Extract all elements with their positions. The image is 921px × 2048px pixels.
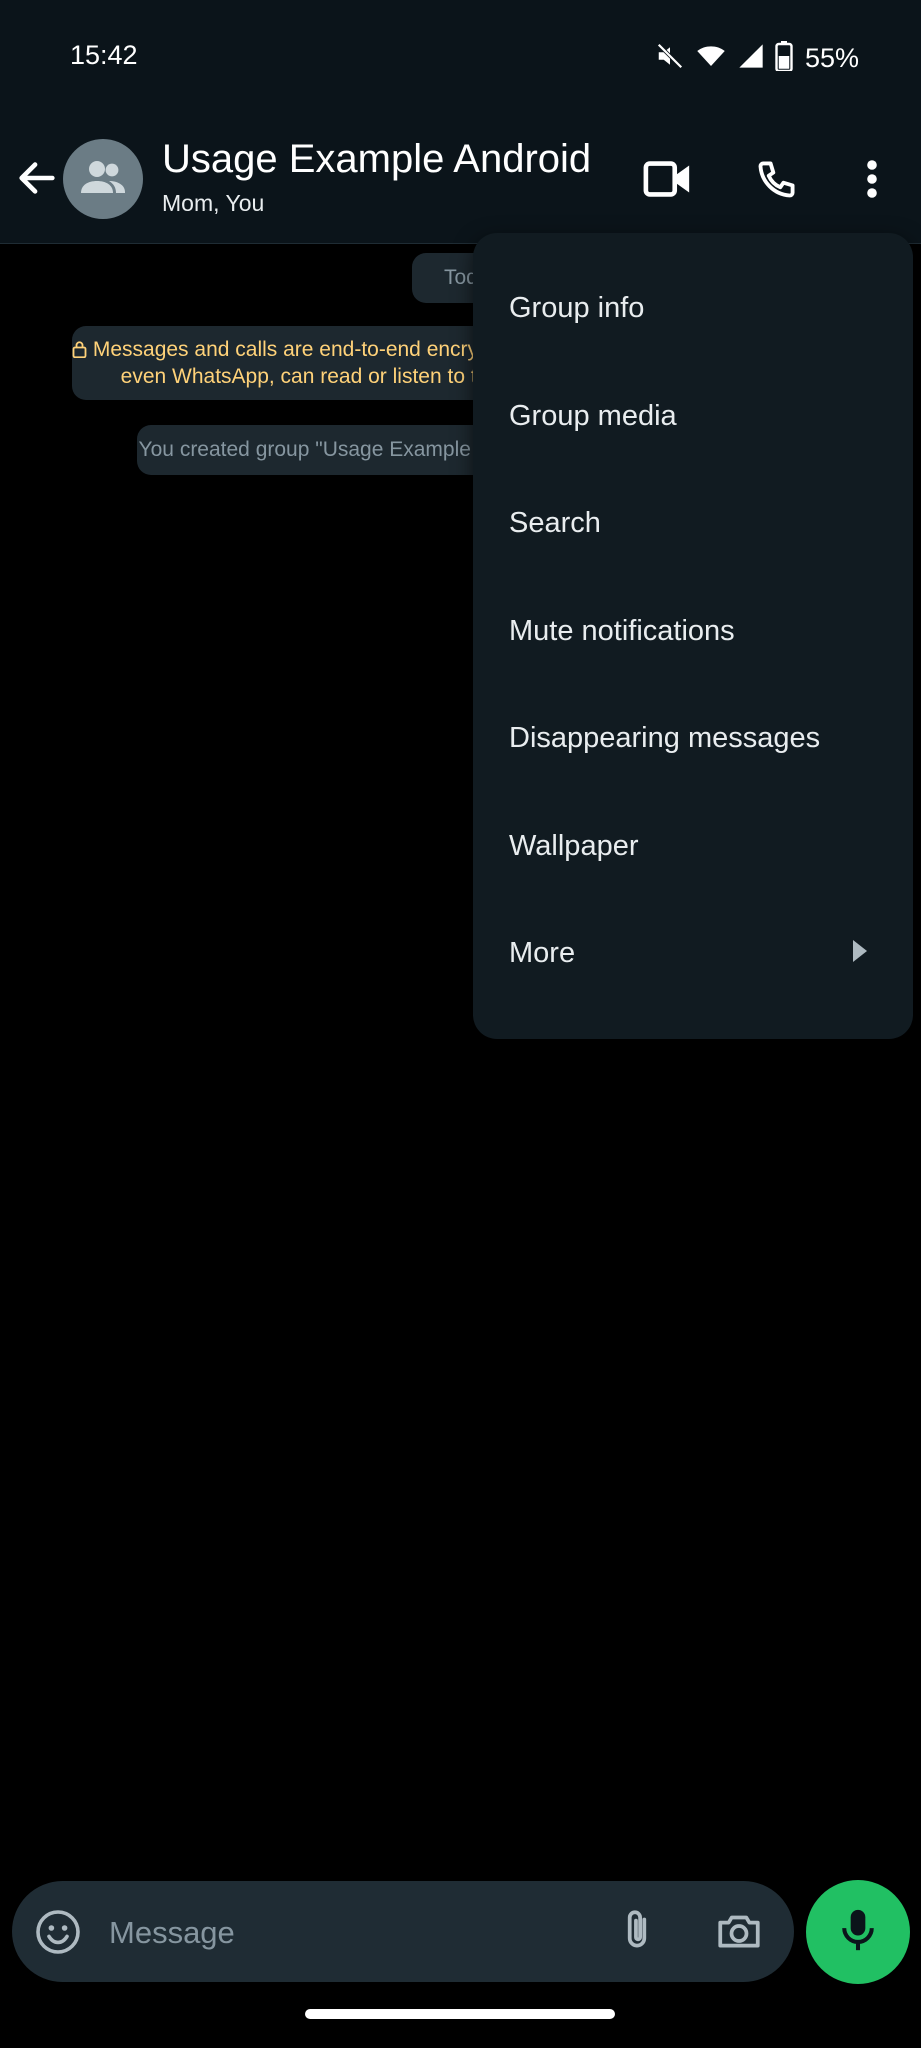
emoji-icon[interactable]: [34, 1908, 82, 1956]
attach-icon[interactable]: [612, 1906, 662, 1956]
menu-item-search[interactable]: Search: [473, 470, 913, 578]
lock-icon: [72, 338, 93, 361]
menu-item-group-info[interactable]: Group info: [473, 255, 913, 363]
menu-item-more[interactable]: More: [473, 900, 913, 1008]
voice-message-button[interactable]: [806, 1880, 910, 1984]
chat-header: Usage Example Android Mom, You: [0, 115, 921, 244]
battery-percent: 55%: [804, 42, 859, 73]
menu-item-group-media[interactable]: Group media: [473, 363, 913, 471]
battery-icon: [775, 40, 793, 76]
video-call-icon[interactable]: [638, 149, 698, 209]
menu-item-label: Wallpaper: [509, 829, 639, 862]
group-avatar[interactable]: [63, 139, 143, 219]
menu-item-label: Disappearing messages: [509, 722, 821, 755]
status-time: 15:42: [70, 40, 138, 70]
back-arrow-icon[interactable]: [14, 155, 60, 201]
menu-item-disappearing-messages[interactable]: Disappearing messages: [473, 685, 913, 793]
chat-title[interactable]: Usage Example Android: [162, 137, 591, 182]
wifi-icon: [695, 41, 727, 76]
message-input[interactable]: [107, 1909, 531, 1957]
microphone-icon: [838, 1908, 878, 1957]
menu-item-label: Search: [509, 507, 601, 540]
chat-participants[interactable]: Mom, You: [162, 190, 264, 217]
group-icon: [79, 157, 127, 202]
mute-icon: [655, 41, 685, 76]
menu-item-wallpaper[interactable]: Wallpaper: [473, 793, 913, 901]
more-options-icon[interactable]: [842, 149, 902, 209]
menu-item-label: Mute notifications: [509, 614, 735, 647]
camera-icon[interactable]: [714, 1906, 764, 1956]
message-composer: [12, 1881, 794, 1982]
menu-item-mute-notifications[interactable]: Mute notifications: [473, 578, 913, 686]
signal-icon: [737, 42, 765, 75]
caret-right-icon: [853, 937, 867, 970]
status-bar: 15:42 55%: [0, 0, 921, 115]
menu-item-label: Group info: [509, 292, 645, 325]
home-indicator[interactable]: [305, 2009, 615, 2019]
voice-call-icon[interactable]: [747, 149, 807, 209]
status-icons: 55%: [655, 40, 859, 76]
overflow-menu: Group info Group media Search Mute notif…: [473, 233, 913, 1039]
menu-item-label: More: [509, 937, 576, 970]
menu-item-label: Group media: [509, 399, 677, 432]
